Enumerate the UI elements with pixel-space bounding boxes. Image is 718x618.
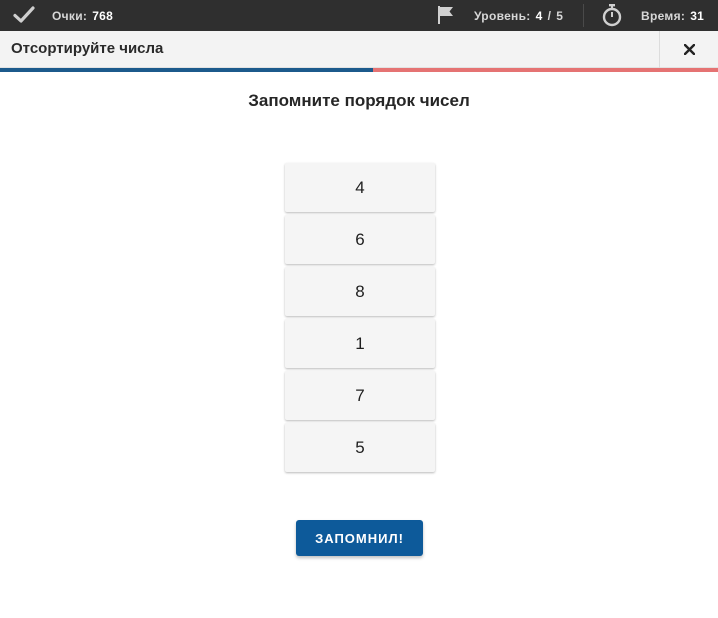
number-card: 7 — [285, 371, 435, 420]
task-title: Отсортируйте числа — [11, 40, 164, 57]
number-card: 1 — [285, 319, 435, 368]
task-header: Отсортируйте числа — [0, 31, 718, 68]
time-label: Время: — [641, 8, 686, 23]
close-icon — [683, 44, 695, 55]
number-list: 468175 — [285, 163, 435, 475]
stopwatch-icon — [602, 4, 622, 27]
time-value: 31 — [690, 8, 705, 23]
close-button[interactable] — [659, 31, 718, 68]
progress-fill — [0, 68, 374, 72]
score-display: Очки: 768 — [52, 0, 113, 31]
number-card: 5 — [285, 423, 435, 472]
score-label: Очки: — [52, 8, 88, 23]
flag-icon — [438, 6, 453, 24]
level-display: Уровень: 4 / 5 — [474, 0, 563, 31]
instruction-text: Запомните порядок чисел — [248, 91, 470, 110]
level-current: 4 — [535, 8, 543, 23]
level-label: Уровень: — [474, 8, 531, 23]
status-bar: Очки: 768 Уровень: 4 / 5 Время: 31 — [0, 0, 718, 31]
divider — [583, 4, 584, 27]
number-card: 8 — [285, 267, 435, 316]
level-separator: / — [547, 8, 552, 23]
check-icon — [13, 6, 35, 23]
time-display: Время: 31 — [641, 0, 704, 31]
number-card: 6 — [285, 215, 435, 264]
remembered-button[interactable]: ЗАПОМНИЛ! — [296, 520, 423, 556]
number-card: 4 — [285, 163, 435, 212]
level-total: 5 — [556, 8, 564, 23]
score-value: 768 — [92, 8, 114, 23]
progress-bar — [0, 68, 718, 72]
